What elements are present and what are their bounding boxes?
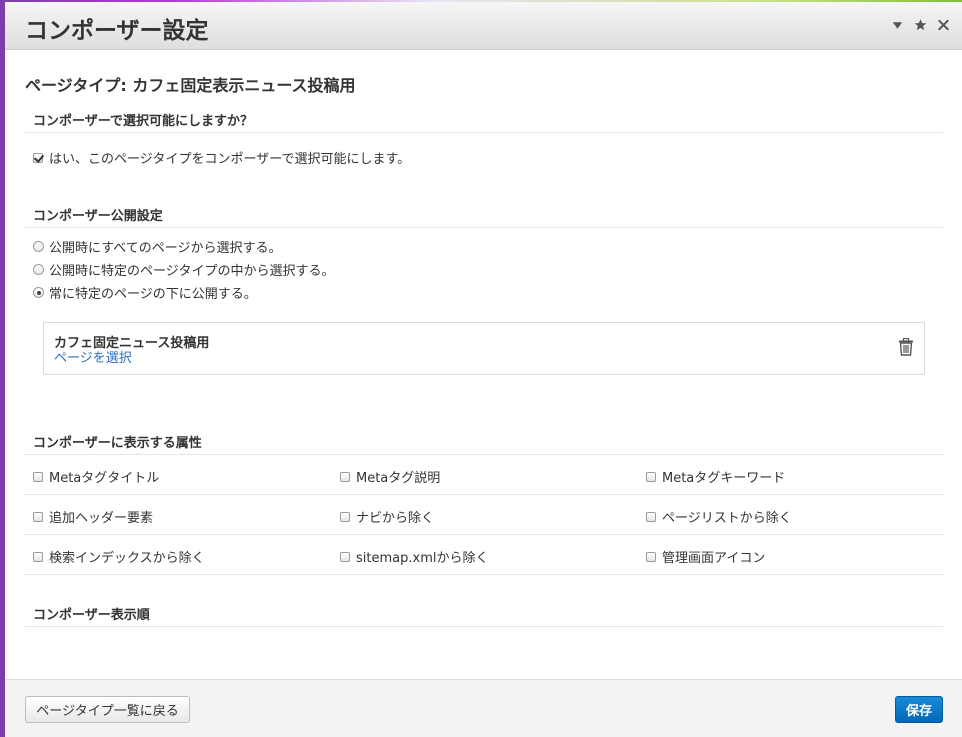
chevron-down-icon[interactable] bbox=[891, 18, 904, 32]
titlebar-icons bbox=[891, 18, 950, 32]
publish-option-label: 公開時に特定のページタイプの中から選択する。 bbox=[49, 264, 335, 279]
attribute-header-extra[interactable]: 追加ヘッダー要素 bbox=[33, 507, 153, 526]
target-page-box: カフェ固定ニュース投稿用 ページを選択 bbox=[43, 322, 925, 375]
attributes-row: 検索インデックスから除く sitemap.xmlから除く 管理画面アイコン bbox=[25, 535, 943, 575]
attribute-meta-title[interactable]: Metaタグタイトル bbox=[33, 467, 159, 486]
dialog-titlebar: コンポーザー設定 bbox=[5, 2, 962, 50]
attribute-dashboard-icon[interactable]: 管理画面アイコン bbox=[646, 547, 765, 566]
attribute-meta-keywords[interactable]: Metaタグキーワード bbox=[646, 467, 785, 486]
trash-icon[interactable] bbox=[898, 338, 914, 356]
publish-option-pagetype[interactable]: 公開時に特定のページタイプの中から選択する。 bbox=[33, 260, 334, 279]
publish-heading: コンポーザー公開設定 bbox=[25, 195, 943, 228]
composer-settings-dialog: コンポーザー設定 ページタイプ: カフェ固定表示ニュース投稿用 コンポーザーで選… bbox=[5, 2, 962, 737]
publish-radio-specific[interactable] bbox=[33, 287, 44, 298]
attribute-checkbox[interactable] bbox=[340, 511, 350, 522]
attribute-exclude-nav[interactable]: ナビから除く bbox=[340, 507, 434, 526]
select-page-link[interactable]: ページを選択 bbox=[54, 347, 132, 366]
attribute-exclude-sitemap[interactable]: sitemap.xmlから除く bbox=[340, 547, 488, 566]
attribute-checkbox[interactable] bbox=[646, 471, 656, 482]
close-icon[interactable] bbox=[937, 18, 950, 32]
attribute-label: ナビから除く bbox=[356, 511, 435, 526]
save-button[interactable]: 保存 bbox=[895, 696, 943, 723]
publish-option-specific[interactable]: 常に特定のページの下に公開する。 bbox=[33, 283, 257, 302]
order-heading: コンポーザー表示順 bbox=[25, 594, 943, 627]
attributes-row: Metaタグタイトル Metaタグ説明 Metaタグキーワード bbox=[25, 455, 943, 495]
attributes-row: 追加ヘッダー要素 ナビから除く ページリストから除く bbox=[25, 495, 943, 535]
publish-radio-pagetype[interactable] bbox=[33, 264, 44, 275]
attribute-checkbox[interactable] bbox=[33, 471, 43, 482]
back-to-page-types-button[interactable]: ページタイプ一覧に戻る bbox=[25, 696, 190, 723]
star-icon[interactable] bbox=[914, 18, 927, 32]
dialog-title: コンポーザー設定 bbox=[25, 18, 209, 44]
attribute-exclude-search[interactable]: 検索インデックスから除く bbox=[33, 547, 205, 566]
selectable-checkbox[interactable] bbox=[33, 152, 43, 163]
attribute-label: sitemap.xmlから除く bbox=[356, 551, 489, 566]
attribute-label: Metaタグ説明 bbox=[356, 471, 441, 486]
attribute-checkbox[interactable] bbox=[646, 551, 656, 562]
attribute-checkbox[interactable] bbox=[646, 511, 656, 522]
attribute-checkbox[interactable] bbox=[33, 511, 43, 522]
attributes-heading: コンポーザーに表示する属性 bbox=[25, 422, 943, 455]
publish-radio-all[interactable] bbox=[33, 241, 44, 252]
dialog-footer: ページタイプ一覧に戻る 保存 bbox=[5, 679, 962, 737]
selectable-checkbox-row[interactable]: はい、このページタイプをコンポーザーで選択可能にします。 bbox=[33, 148, 410, 167]
attribute-checkbox[interactable] bbox=[340, 471, 350, 482]
publish-option-label: 常に特定のページの下に公開する。 bbox=[49, 287, 257, 302]
attribute-checkbox[interactable] bbox=[340, 551, 350, 562]
selectable-checkbox-label: はい、このページタイプをコンポーザーで選択可能にします。 bbox=[49, 152, 411, 167]
attribute-label: ページリストから除く bbox=[662, 511, 792, 526]
attribute-meta-description[interactable]: Metaタグ説明 bbox=[340, 467, 440, 486]
attribute-label: 検索インデックスから除く bbox=[49, 551, 205, 566]
attribute-checkbox[interactable] bbox=[33, 551, 43, 562]
page-type-title: ページタイプ: カフェ固定表示ニュース投稿用 bbox=[25, 76, 356, 95]
attribute-label: 追加ヘッダー要素 bbox=[49, 511, 154, 526]
attribute-label: Metaタグキーワード bbox=[662, 471, 786, 486]
attribute-label: Metaタグタイトル bbox=[49, 471, 160, 486]
selectable-heading: コンポーザーで選択可能にしますか？ bbox=[25, 100, 943, 133]
publish-option-label: 公開時にすべてのページから選択する。 bbox=[49, 241, 282, 256]
attribute-label: 管理画面アイコン bbox=[662, 551, 766, 566]
publish-option-all[interactable]: 公開時にすべてのページから選択する。 bbox=[33, 237, 281, 256]
attribute-exclude-page-list[interactable]: ページリストから除く bbox=[646, 507, 792, 526]
